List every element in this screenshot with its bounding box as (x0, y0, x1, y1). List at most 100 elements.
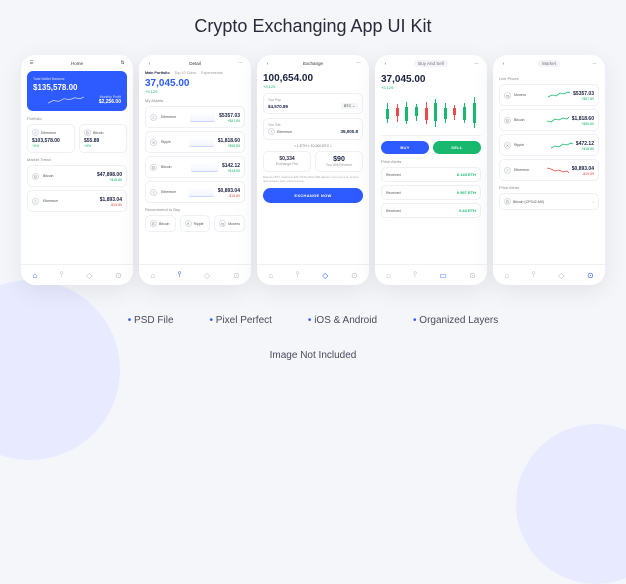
sell-button[interactable]: SELL (433, 141, 481, 154)
asset-item[interactable]: ₿Bitcoin$142.12+$18.89 (145, 156, 245, 178)
btc-icon: ₿ (84, 129, 91, 136)
nav-stats-icon[interactable]: ⫯ (532, 270, 535, 280)
nav-home-icon[interactable]: ⌂ (504, 271, 509, 280)
nav-chat-icon[interactable]: ◇ (322, 271, 328, 280)
alert-item[interactable]: ₿Bitcoin (CPS42-MX)› (499, 193, 599, 210)
coin-name: Bitcoin (161, 165, 187, 169)
nav-home-icon[interactable]: ⌂ (268, 271, 273, 280)
more-icon[interactable]: ⋯ (591, 61, 598, 67)
fee-label: Exchange Fee (268, 162, 306, 166)
feature-item: Organized Layers (413, 315, 498, 326)
screen-home: ☰ Home ⇅ Total Wallet Balance $135,578.0… (21, 55, 133, 285)
coin-name: Ripple (514, 143, 548, 147)
market-item[interactable]: ✕Ripple$472.12+$18.89 (499, 134, 599, 156)
coin-name: Ripple (161, 140, 185, 144)
back-icon[interactable]: ‹ (382, 61, 389, 66)
balance-card: Total Wallet Balance $135,578.00 Monthly… (27, 71, 127, 111)
coin-pct: -$15.89 (218, 194, 240, 198)
more-icon[interactable]: ⋯ (473, 61, 480, 67)
alert-item[interactable]: Received0.957 ETH (381, 185, 481, 200)
pay-box[interactable]: You Pay $4,570.89BTC ⌄ (263, 93, 363, 114)
portfolio-total: 37,045.00 (145, 78, 245, 89)
alerts-label: Price Alerts (381, 159, 481, 164)
nav-settings-icon[interactable]: ⊙ (587, 271, 594, 280)
rec-card[interactable]: ɱMonero (214, 215, 245, 232)
back-icon[interactable]: ‹ (500, 61, 507, 66)
menu-icon[interactable]: ☰ (28, 60, 35, 66)
nav-settings-icon[interactable]: ⊙ (469, 271, 476, 280)
nav-card-icon[interactable]: ▭ (439, 271, 447, 280)
alert-name: Bitcoin (CPS42-MX) (513, 200, 544, 204)
currency-select[interactable]: BTC ⌄ (341, 103, 358, 109)
price-amount: 37,045.00 (381, 74, 481, 85)
eth-icon: Ξ (268, 128, 275, 135)
coin-pct: -$15.89 (572, 172, 594, 176)
market-item[interactable]: ₿ Bitcoin $47,898.00+$15.89 (27, 165, 127, 187)
alert-item[interactable]: Received 0.43 ETH (381, 203, 481, 218)
coin-pct: +$18.89 (222, 169, 240, 173)
eth-icon: Ξ (32, 198, 39, 205)
nav-stats-icon[interactable]: ⫯ (296, 270, 299, 280)
nav-chat-icon[interactable]: ◇ (86, 271, 92, 280)
btc-icon: ₿ (32, 173, 39, 180)
nav-stats-icon[interactable]: ⫯ (60, 270, 63, 280)
coin-pct: +5% (84, 144, 122, 148)
market-item[interactable]: ΞEthereum$0,893.04-$15.89 (499, 159, 599, 181)
alert-title: Received (386, 209, 401, 213)
tab[interactable]: Main Portfolio (145, 71, 170, 75)
candlestick-chart[interactable] (381, 90, 481, 136)
market-item[interactable]: Ξ Ethereum $1,893.04-$15.89 (27, 190, 127, 212)
nav-stats-icon[interactable]: ⫯ (413, 270, 416, 280)
market-item[interactable]: ɱMonero$5357.03+$57.89 (499, 84, 599, 106)
nav-settings-icon[interactable]: ⊙ (115, 271, 122, 280)
tab[interactable]: Experimental (201, 71, 223, 75)
nav-home-icon[interactable]: ⌂ (150, 271, 155, 280)
tab[interactable]: Top 10 Coins (175, 71, 197, 75)
phones-row: ☰ Home ⇅ Total Wallet Balance $135,578.0… (0, 55, 626, 285)
buy-button[interactable]: BUY (381, 141, 429, 154)
chevron-right-icon: › (593, 199, 594, 204)
screen-title: Detail (189, 61, 201, 66)
bottom-nav: ⌂ ⫯ ◇ ⊙ (139, 264, 251, 285)
live-label: Live Prices (499, 76, 599, 81)
portfolio-card[interactable]: ΞEthereum $103,578.00 +5% (27, 124, 75, 153)
back-icon[interactable]: ‹ (264, 61, 271, 66)
exchange-button[interactable]: EXCHANGE NOW (263, 188, 363, 203)
xrp-icon: ✕ (504, 142, 511, 149)
coin-name: Ethereum (41, 131, 56, 135)
pay-value: $4,570.89 (268, 104, 288, 109)
screen-buysell: ‹ Buy And Sell ⋯ 37,045.00 +5,129 BUY S (375, 55, 487, 285)
market-item[interactable]: ₿Bitcoin$1,818.60+$58.89 (499, 109, 599, 131)
coin-pct: +$57.89 (219, 119, 240, 123)
coin-name: Bitcoin (93, 131, 104, 135)
asset-item[interactable]: ΞEthereum$0,893.04-$15.89 (145, 181, 245, 203)
nav-stats-icon[interactable]: ⫯ (178, 270, 181, 280)
asset-item[interactable]: ΞEthereum$5357.03+$57.89 (145, 106, 245, 128)
recommend-label: Recommend to Buy (145, 207, 245, 212)
nav-chat-icon[interactable]: ◇ (204, 271, 210, 280)
alert-item[interactable]: Received0.145 ETH (381, 167, 481, 182)
portfolio-card[interactable]: ₿Bitcoin $55.89 +5% (79, 124, 127, 153)
alert-value: 0.43 ETH (459, 208, 476, 213)
more-icon[interactable]: ⋯ (355, 60, 362, 66)
rec-card[interactable]: ₿Bitcoin (145, 215, 176, 232)
nav-settings-icon[interactable]: ⊙ (351, 271, 358, 280)
more-icon[interactable]: ⋯ (237, 60, 244, 66)
back-icon[interactable]: ‹ (146, 61, 153, 66)
asset-item[interactable]: ✕Ripple$1,818.60+$58.89 (145, 131, 245, 153)
btc-icon: ₿ (150, 220, 157, 227)
nav-home-icon[interactable]: ⌂ (32, 271, 37, 280)
nav-home-icon[interactable]: ⌂ (386, 271, 391, 280)
screen-title: Exchange (303, 61, 323, 66)
get-box[interactable]: You Get ΞEthereum35,000.8 (263, 118, 363, 140)
tabs: Main Portfolio Top 10 Coins Experimental (145, 71, 245, 75)
coin-pct: +5% (32, 144, 70, 148)
nav-chat-icon[interactable]: ◇ (558, 271, 564, 280)
feature-item: iOS & Android (308, 315, 377, 326)
disclaimer-text: Discover BTC maximum ETH 35 M ethics 900… (263, 176, 363, 183)
filter-icon[interactable]: ⇅ (119, 60, 126, 66)
nav-settings-icon[interactable]: ⊙ (233, 271, 240, 280)
coin-pct: +$58.89 (572, 122, 594, 126)
btc-icon: ₿ (504, 117, 511, 124)
rec-card[interactable]: ✕Ripple (180, 215, 211, 232)
